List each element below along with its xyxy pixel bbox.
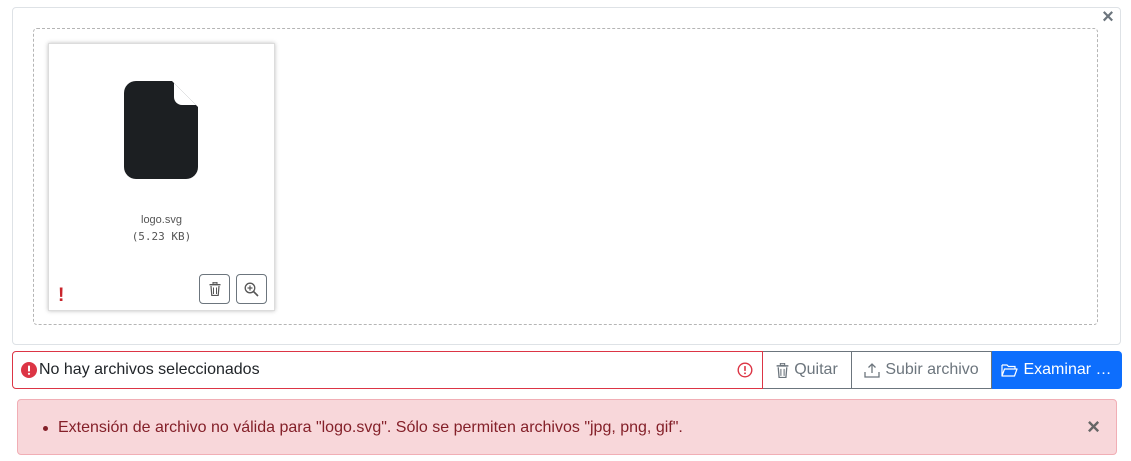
file-input-group: No hay archivos seleccionados Quitar Sub… (12, 351, 1122, 389)
upload-button-label: Subir archivo (885, 361, 979, 378)
exclamation-circle-icon (21, 362, 37, 378)
file-size: (5.23 KB) (131, 230, 192, 243)
preview-close-button[interactable]: × (1099, 7, 1117, 27)
browse-button-label: Examinar … (1023, 361, 1112, 378)
zoom-file-button[interactable] (236, 274, 267, 304)
file-caption[interactable]: No hay archivos seleccionados (12, 351, 763, 389)
alert-close-button[interactable]: × (1087, 416, 1100, 438)
file-error-indicator: ! (58, 285, 65, 306)
file-icon (124, 81, 198, 179)
file-name: logo.svg (141, 214, 182, 226)
trash-icon (209, 282, 220, 296)
folder-open-icon (1001, 364, 1019, 377)
remove-button-label: Quitar (794, 361, 838, 378)
file-preview-panel: × logo.svg (5.23 KB) ! (12, 7, 1121, 345)
trash-icon (776, 362, 789, 378)
caption-text: No hay archivos seleccionados (39, 361, 260, 378)
upload-icon (864, 363, 880, 378)
error-message: Extensión de archivo no válida para "log… (43, 419, 683, 436)
upload-button[interactable]: Subir archivo (852, 351, 992, 389)
file-thumbnail: logo.svg (5.23 KB) ! (48, 43, 275, 311)
remove-button[interactable]: Quitar (763, 351, 852, 389)
error-alert: Extensión de archivo no válida para "log… (17, 399, 1117, 455)
drop-zone[interactable]: logo.svg (5.23 KB) ! (33, 28, 1098, 325)
invalid-feedback-icon (737, 362, 753, 378)
zoom-in-icon (244, 282, 259, 297)
remove-file-button[interactable] (199, 274, 230, 304)
browse-button[interactable]: Examinar … (992, 351, 1122, 389)
